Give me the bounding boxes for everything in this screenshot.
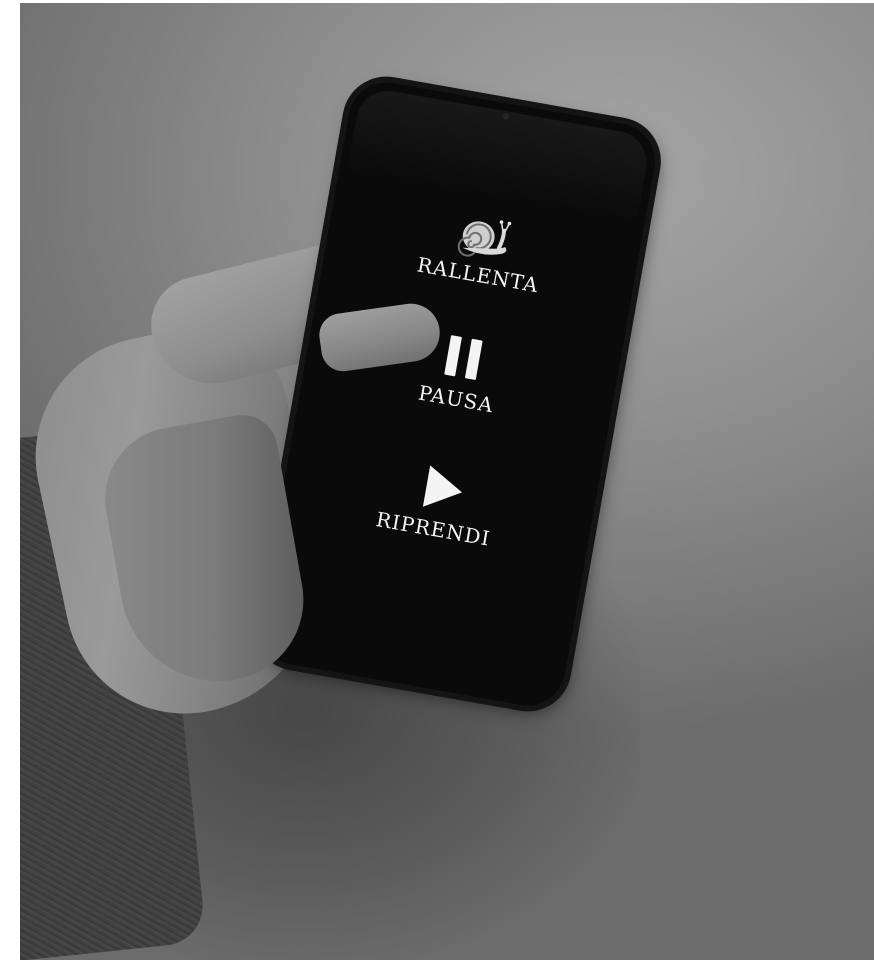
photo-scene: RALLENTA PAUSA RIPRENDI <box>0 0 874 963</box>
snail-icon <box>457 220 512 257</box>
pause-icon <box>442 335 484 381</box>
photo-frame: RALLENTA PAUSA RIPRENDI <box>20 3 874 960</box>
slow-down-button[interactable]: RALLENTA <box>323 187 641 314</box>
play-icon <box>422 465 466 514</box>
resume-button[interactable]: RIPRENDI <box>278 441 596 568</box>
